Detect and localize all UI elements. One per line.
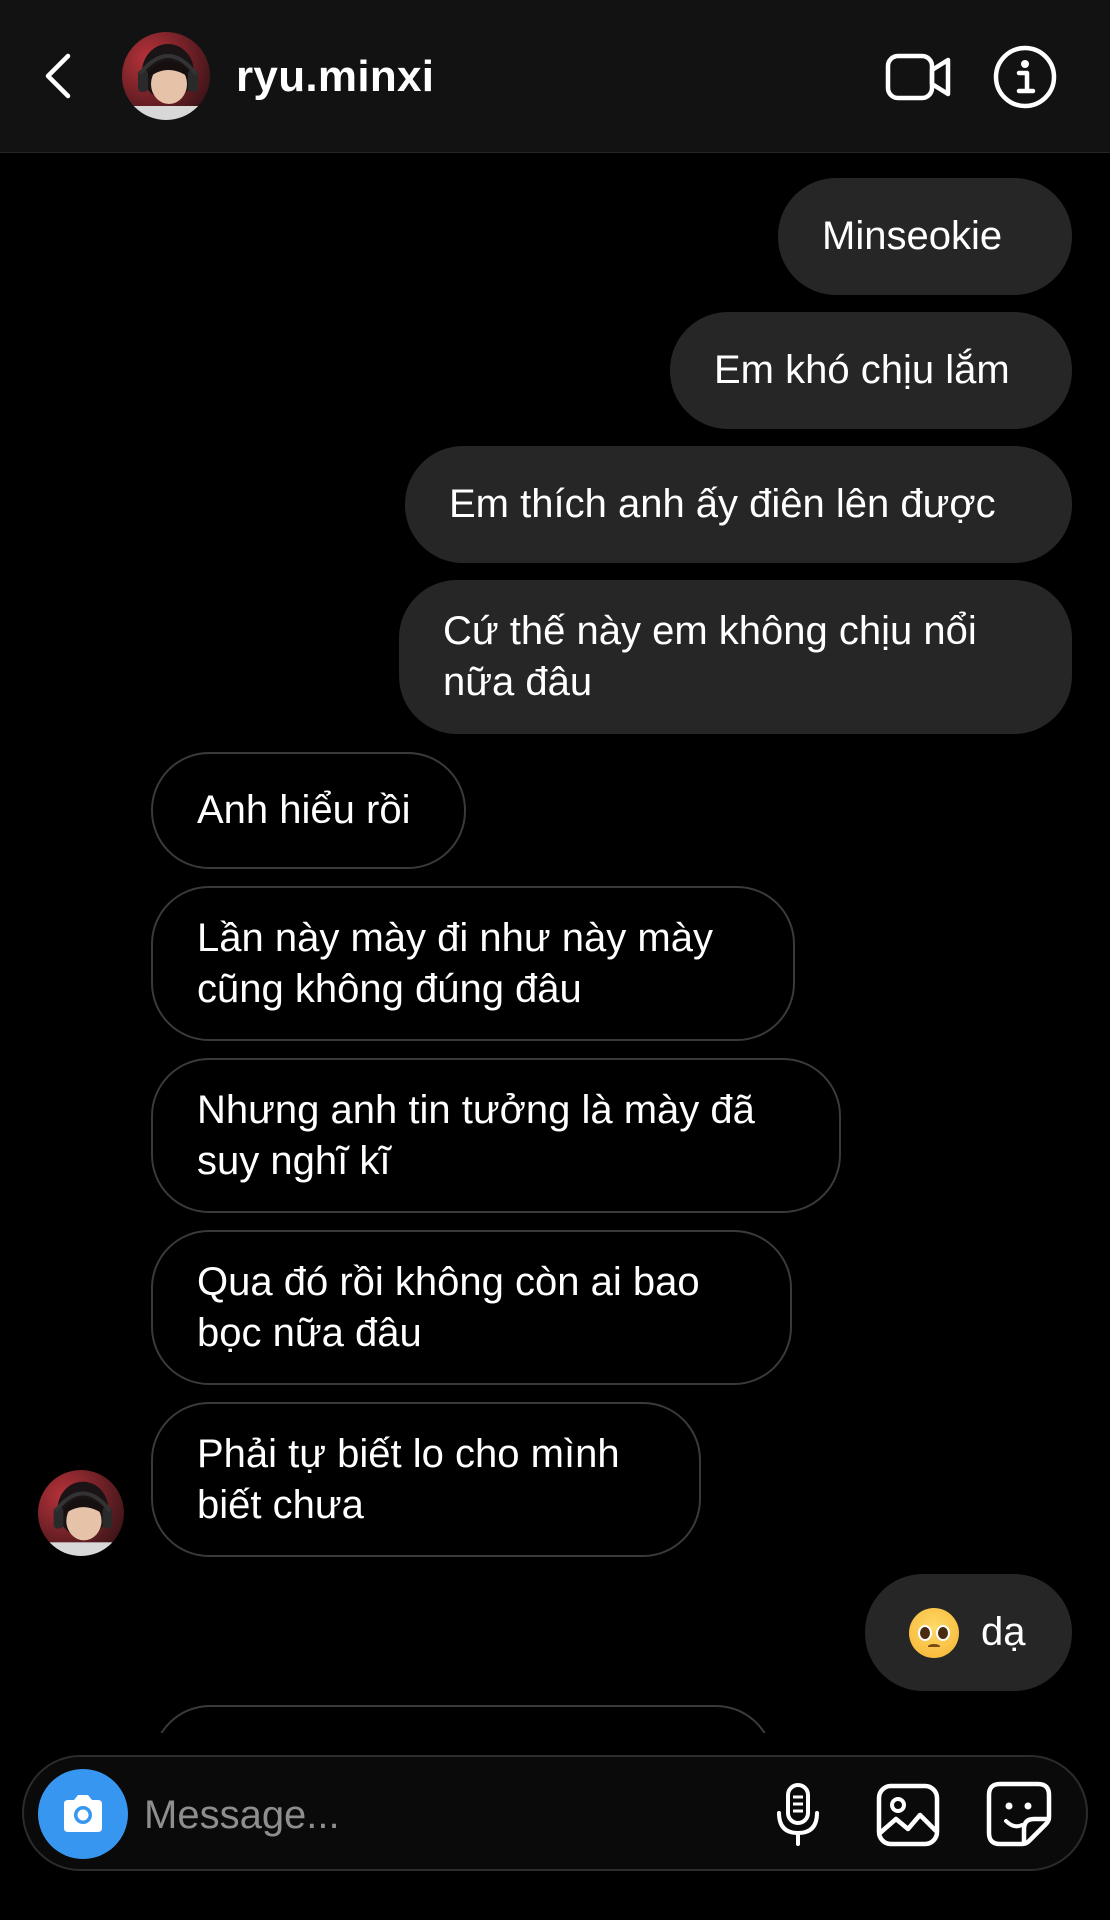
received-message[interactable]: Anh hiểu rồi <box>151 752 466 869</box>
message-text: Cứ thế này em không chịu nổi nữa đâu <box>443 609 977 704</box>
received-message[interactable]: Qua đó rồi không còn ai bao bọc nữa đâu <box>151 1230 792 1385</box>
message-text: Qua đó rồi không còn ai bao bọc nữa đâu <box>197 1259 700 1355</box>
sticker-button[interactable] <box>984 1779 1054 1849</box>
thread-header: ryu.minxi <box>0 0 1110 153</box>
microphone-icon <box>777 1783 819 1846</box>
sent-message[interactable]: Em thích anh ấy điên lên được <box>405 446 1072 563</box>
sent-message[interactable]: Cứ thế này em không chịu nổi nữa đâu <box>399 580 1072 734</box>
contact-username[interactable]: ryu.minxi <box>236 50 434 104</box>
message-text: Phải tự biết lo cho mình biết chưa <box>197 1431 620 1527</box>
voice-message-button[interactable] <box>772 1781 824 1849</box>
message-text: Minseokie <box>822 214 1003 258</box>
message-text: Nhưng anh tin tưởng là mày đã suy nghĩ k… <box>197 1087 755 1183</box>
back-button[interactable] <box>38 48 86 104</box>
message-text: dạ <box>981 1610 1026 1654</box>
dm-thread-screen: ryu.minxi Minseokie Em khó chịu lắm Em t… <box>0 0 1110 1920</box>
pleading-face-emoji <box>909 1607 959 1658</box>
contact-avatar[interactable] <box>122 32 210 120</box>
chevron-left-icon <box>45 53 71 99</box>
message-text: Em thích anh ấy điên lên được <box>449 482 996 526</box>
message-composer <box>22 1755 1088 1871</box>
sent-message[interactable]: Minseokie <box>778 178 1072 295</box>
info-button[interactable] <box>992 44 1058 110</box>
sticker-icon <box>986 1781 1052 1847</box>
received-message[interactable]: Phải tự biết lo cho mình biết chưa <box>151 1402 701 1557</box>
received-message[interactable]: Nhưng anh tin tưởng là mày đã suy nghĩ k… <box>151 1058 841 1213</box>
avatar-image <box>122 32 210 120</box>
received-message[interactable]: Lần này mày đi như này mày cũng không đú… <box>151 886 795 1041</box>
video-call-button[interactable] <box>884 46 954 108</box>
gallery-button[interactable] <box>874 1781 942 1849</box>
message-list[interactable]: Minseokie Em khó chịu lắm Em thích anh ấ… <box>0 153 1110 1733</box>
camera-icon <box>64 1795 102 1832</box>
video-camera-icon <box>885 53 951 101</box>
sent-message[interactable]: dạ <box>865 1574 1072 1691</box>
info-icon <box>993 45 1057 109</box>
message-input[interactable] <box>144 1787 664 1843</box>
avatar-image <box>38 1470 124 1556</box>
gallery-icon <box>876 1783 940 1847</box>
camera-button[interactable] <box>38 1769 128 1859</box>
message-text: Anh hiểu rồi <box>197 788 411 832</box>
received-message-partial <box>152 1705 774 1733</box>
sent-message[interactable]: Em khó chịu lắm <box>670 312 1072 429</box>
message-text: Lần này mày đi như này mày cũng không đú… <box>197 915 713 1011</box>
sender-avatar[interactable] <box>38 1470 124 1556</box>
message-text: Em khó chịu lắm <box>714 348 1010 392</box>
